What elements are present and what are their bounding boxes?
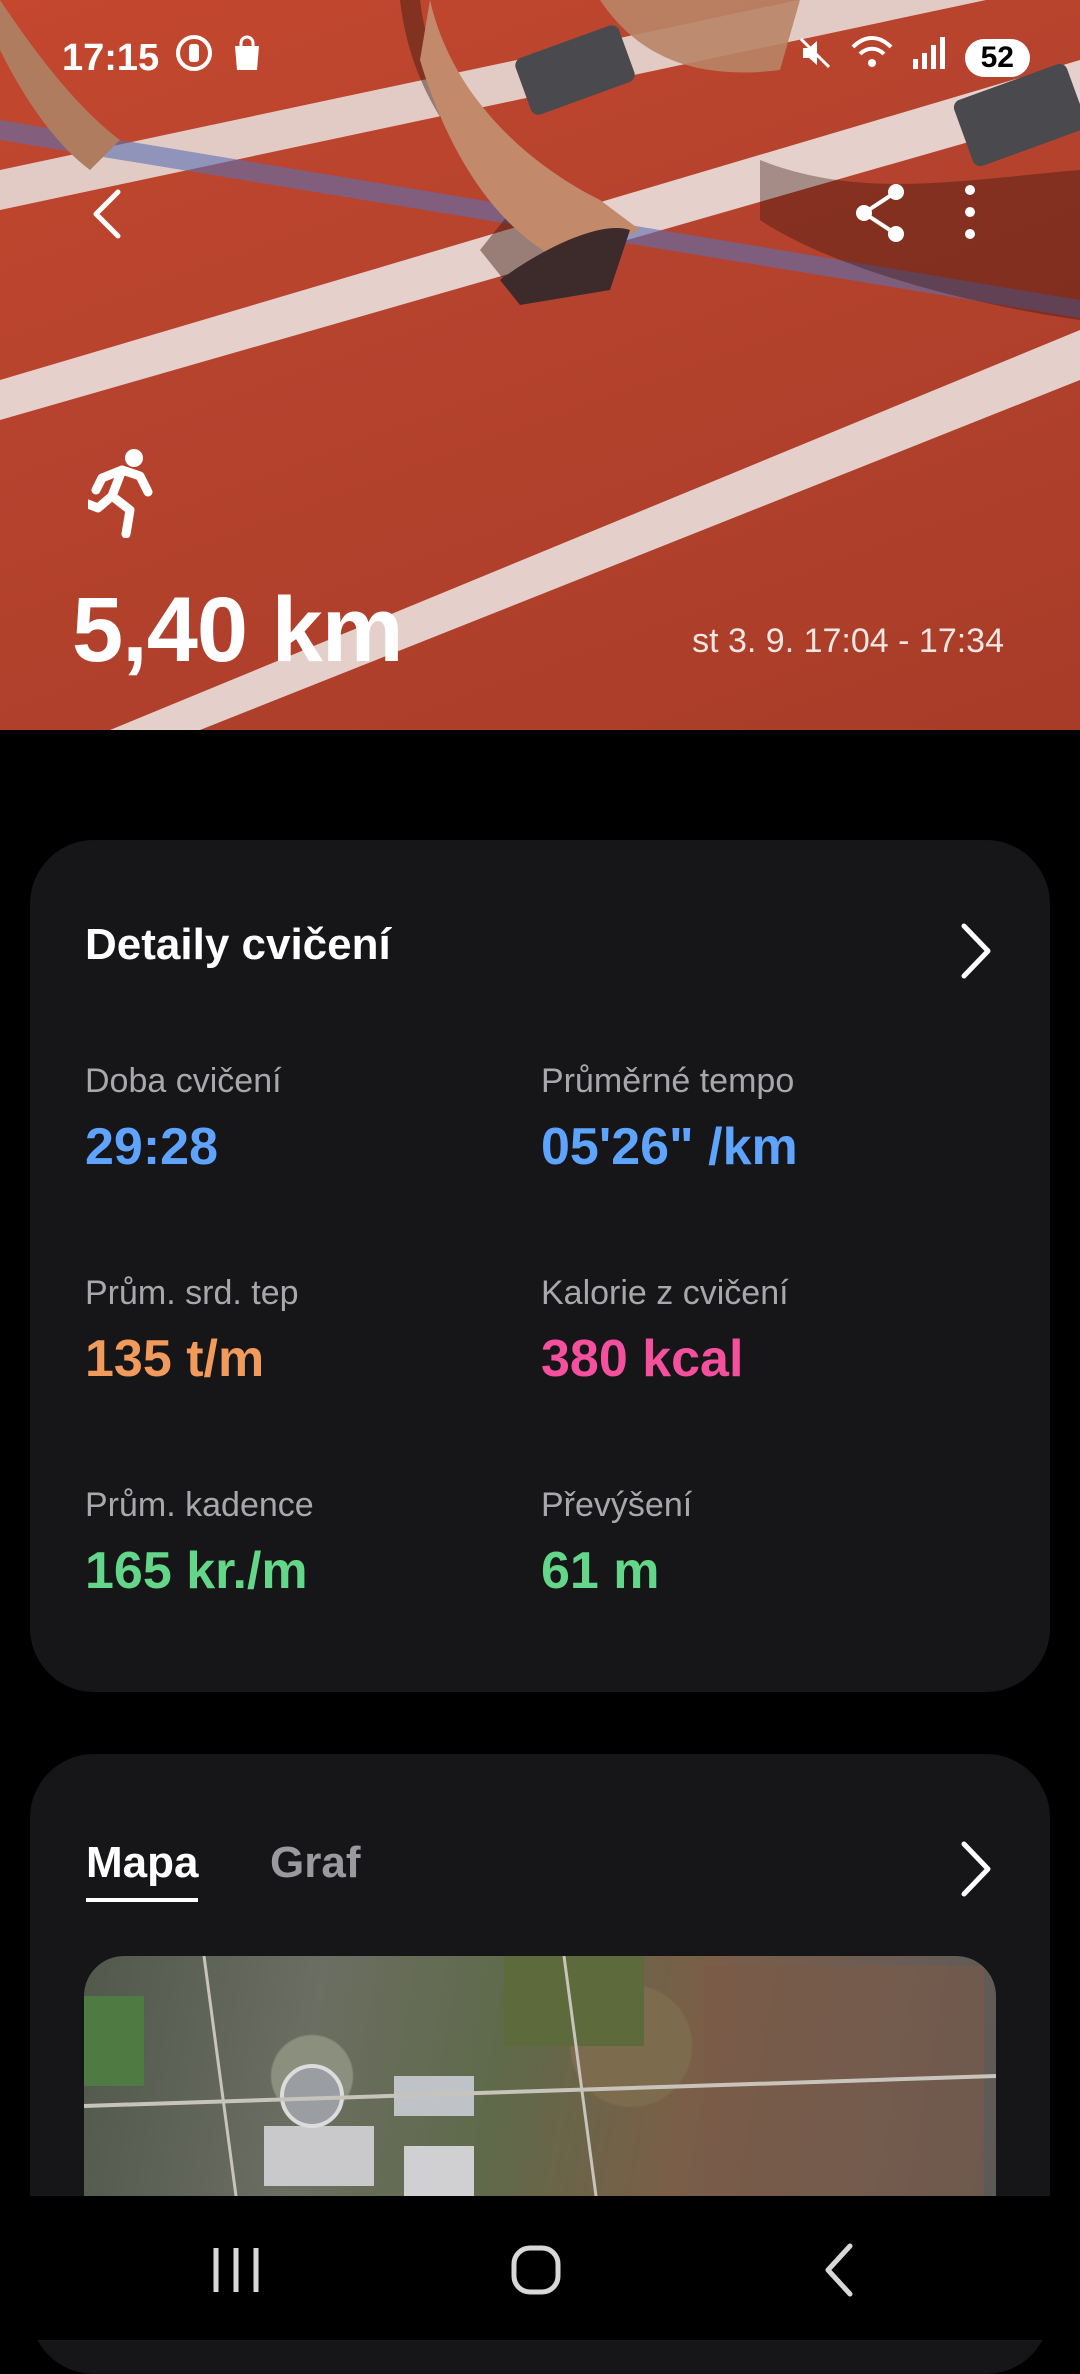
wifi-icon bbox=[851, 35, 893, 81]
shopping-bag-icon bbox=[229, 34, 265, 82]
stat-value: 380 kcal bbox=[541, 1330, 744, 1388]
battery-indicator: 52 bbox=[964, 39, 1030, 77]
chevron-right-icon[interactable] bbox=[946, 1834, 1002, 1904]
home-icon bbox=[511, 2245, 561, 2295]
workout-details-card[interactable]: Detaily cvičení Doba cvičení 29:28 Průmě… bbox=[30, 840, 1050, 1692]
stat-value: 61 m bbox=[541, 1542, 660, 1600]
tab-map[interactable]: Mapa bbox=[86, 1838, 199, 1902]
more-icon bbox=[965, 185, 975, 239]
stat-label: Průměrné tempo bbox=[541, 1062, 795, 1100]
chevron-right-icon[interactable] bbox=[946, 916, 1002, 986]
stat-avg-heart-rate: Prům. srd. tep 135 t/m bbox=[85, 1274, 525, 1389]
workout-date-range: st 3. 9. 17:04 - 17:34 bbox=[692, 622, 1004, 660]
stat-value: 135 t/m bbox=[85, 1330, 265, 1388]
tab-graph[interactable]: Graf bbox=[270, 1838, 360, 1888]
more-options-button[interactable] bbox=[940, 178, 1000, 248]
stat-elevation: Převýšení 61 m bbox=[541, 1486, 981, 1601]
stat-value: 165 kr./m bbox=[85, 1542, 308, 1600]
back-icon bbox=[93, 189, 121, 239]
top-app-bar bbox=[0, 170, 1080, 250]
stat-label: Prům. srd. tep bbox=[85, 1274, 299, 1312]
stat-label: Doba cvičení bbox=[85, 1062, 282, 1100]
home-button[interactable] bbox=[496, 2240, 576, 2300]
share-icon bbox=[856, 184, 904, 242]
status-time: 17:15 bbox=[62, 36, 160, 79]
stat-value: 29:28 bbox=[85, 1118, 218, 1176]
app-notification-icon bbox=[175, 34, 213, 82]
nav-back-icon bbox=[825, 2243, 853, 2297]
stat-avg-cadence: Prům. kadence 165 kr./m bbox=[85, 1486, 525, 1601]
details-title: Detaily cvičení bbox=[85, 920, 391, 969]
distance-value: 5,40 km bbox=[72, 579, 404, 681]
system-navigation-bar bbox=[0, 2196, 1080, 2340]
stat-avg-pace: Průměrné tempo 05'26" /km bbox=[541, 1062, 981, 1177]
stat-label: Prům. kadence bbox=[85, 1486, 314, 1524]
stat-value: 05'26" /km bbox=[541, 1118, 798, 1176]
status-bar: 17:15 52 bbox=[62, 34, 1030, 82]
stat-duration: Doba cvičení 29:28 bbox=[85, 1062, 525, 1177]
mute-icon bbox=[797, 35, 833, 81]
back-button[interactable] bbox=[80, 178, 150, 248]
stat-label: Převýšení bbox=[541, 1486, 693, 1524]
running-icon bbox=[88, 449, 153, 538]
share-button[interactable] bbox=[846, 178, 916, 248]
hero-header: 17:15 52 5,40 km st 3. 9. 17:04 - 17:34 bbox=[0, 0, 1080, 730]
recent-apps-icon bbox=[213, 2248, 259, 2292]
recent-apps-button[interactable] bbox=[196, 2240, 276, 2300]
stat-label: Kalorie z cvičení bbox=[541, 1274, 789, 1312]
nav-back-button[interactable] bbox=[800, 2240, 880, 2300]
stat-calories: Kalorie z cvičení 380 kcal bbox=[541, 1274, 981, 1389]
signal-icon bbox=[911, 35, 947, 81]
